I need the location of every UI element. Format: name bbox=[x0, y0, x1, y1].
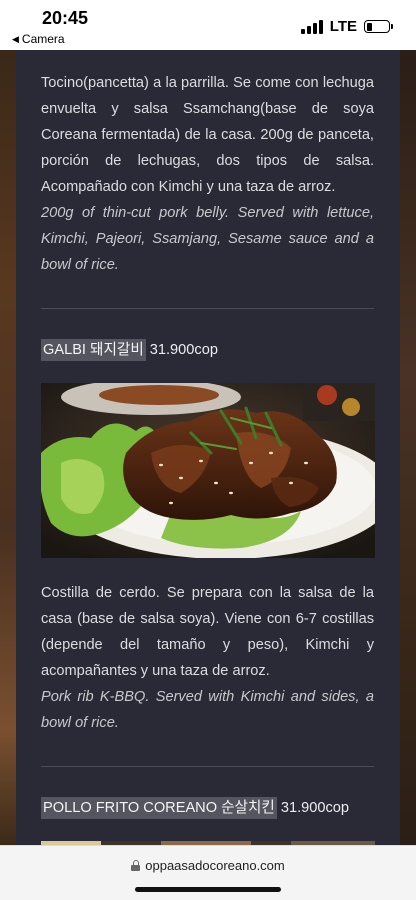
back-to-camera-button[interactable]: ◀ Camera bbox=[12, 32, 65, 46]
menu-content[interactable]: Tocino(pancetta) a la parrilla. Se come … bbox=[16, 50, 400, 850]
background-left bbox=[0, 50, 16, 850]
galbi-photo bbox=[41, 383, 375, 558]
galbi-title: GALBI 돼지갈비 31.900cop bbox=[41, 339, 374, 361]
address-field[interactable]: oppaasadocoreano.com bbox=[0, 858, 416, 873]
signal-icon bbox=[300, 19, 323, 34]
galbi-description-es: Costilla de cerdo. Se prepara con la sal… bbox=[41, 585, 374, 679]
url-text: oppaasadocoreano.com bbox=[145, 858, 285, 873]
galbi-name: GALBI 돼지갈비 bbox=[41, 339, 146, 361]
pollo-frito-name: POLLO FRITO COREANO 순살치킨 bbox=[41, 797, 277, 819]
status-indicators: LTE bbox=[300, 18, 393, 35]
samgyeopsal-description-en: 200g of thin-cut pork belly. Served with… bbox=[41, 205, 374, 273]
pollo-frito-price: 31.900cop bbox=[280, 800, 350, 816]
galbi-price: 31.900cop bbox=[149, 342, 218, 358]
pollo-frito-title: POLLO FRITO COREANO 순살치킨 31.900cop bbox=[41, 797, 374, 819]
divider bbox=[41, 308, 374, 309]
samgyeopsal-description-es: Tocino(pancetta) a la parrilla. Se come … bbox=[41, 75, 374, 195]
clock: 20:45 bbox=[42, 8, 89, 28]
browser-url-bar[interactable]: oppaasadocoreano.com bbox=[0, 845, 416, 900]
network-type: LTE bbox=[329, 18, 357, 35]
galbi-description-en: Pork rib K-BBQ. Served with Kimchi and s… bbox=[41, 689, 374, 731]
home-indicator[interactable] bbox=[135, 887, 281, 892]
divider bbox=[41, 766, 374, 767]
lock-icon bbox=[131, 860, 141, 871]
back-label: Camera bbox=[21, 32, 65, 46]
battery-icon bbox=[364, 20, 393, 33]
status-bar: 20:45 ◀ Camera LTE bbox=[0, 0, 416, 50]
background-right bbox=[400, 50, 416, 850]
back-arrow-icon: ◀ bbox=[12, 33, 19, 44]
